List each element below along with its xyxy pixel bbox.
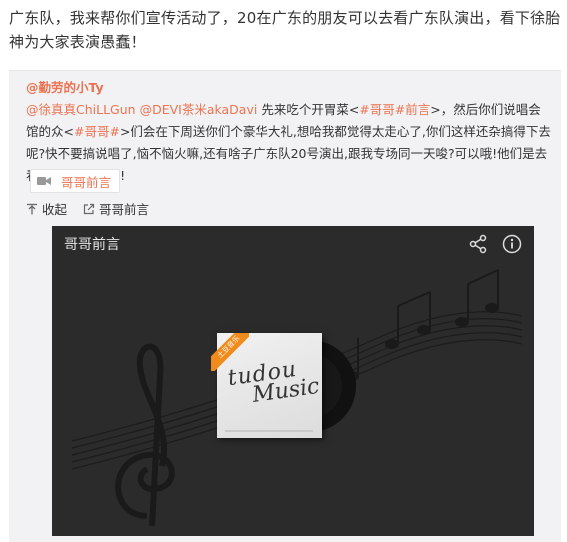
- cover-title-line2: Music: [250, 373, 321, 408]
- source-link[interactable]: 哥哥前言: [83, 199, 149, 218]
- source-label: 哥哥前言: [99, 202, 150, 217]
- video-player[interactable]: 哥哥前言 土豆音乐 tudou Music: [52, 226, 534, 536]
- cover-title: tudou Music: [226, 357, 322, 409]
- share-icon[interactable]: [468, 234, 488, 254]
- collapse-button[interactable]: 收起: [26, 199, 67, 218]
- post-text: 广东队，我来帮你们宣传活动了，20在广东的朋友可以去看广东队演出，看下徐胎神为大…: [9, 9, 561, 51]
- player-title: 哥哥前言: [64, 237, 120, 253]
- video-camera-icon: [37, 177, 51, 185]
- repost-actions: 收起 哥哥前言: [26, 199, 165, 218]
- album-cover[interactable]: 土豆音乐 tudou Music: [211, 333, 322, 438]
- repost-text-segment: 先来吃个开胃菜<: [257, 102, 360, 117]
- topic-link[interactable]: #哥哥#前言: [359, 102, 430, 117]
- info-icon[interactable]: [502, 234, 522, 254]
- repost-box: @勤劳的小Ty @徐真真ChiLLGun @DEVI茶米akaDavi 先来吃个…: [9, 70, 561, 542]
- external-link-icon: [83, 203, 95, 214]
- mention-link[interactable]: @DEVI茶米akaDavi: [140, 102, 258, 117]
- mention-link[interactable]: @徐真真ChiLLGun: [26, 102, 136, 117]
- player-toolbar: [468, 234, 522, 254]
- cover-divider: [225, 430, 313, 432]
- collapse-label: 收起: [42, 202, 68, 217]
- video-link-chip[interactable]: 哥哥前言: [30, 169, 121, 193]
- repost-author-link[interactable]: @勤劳的小Ty: [26, 77, 104, 96]
- collapse-arrow-icon: [27, 203, 37, 214]
- video-chip-label: 哥哥前言: [61, 174, 112, 190]
- topic-link[interactable]: #哥哥#: [74, 124, 120, 139]
